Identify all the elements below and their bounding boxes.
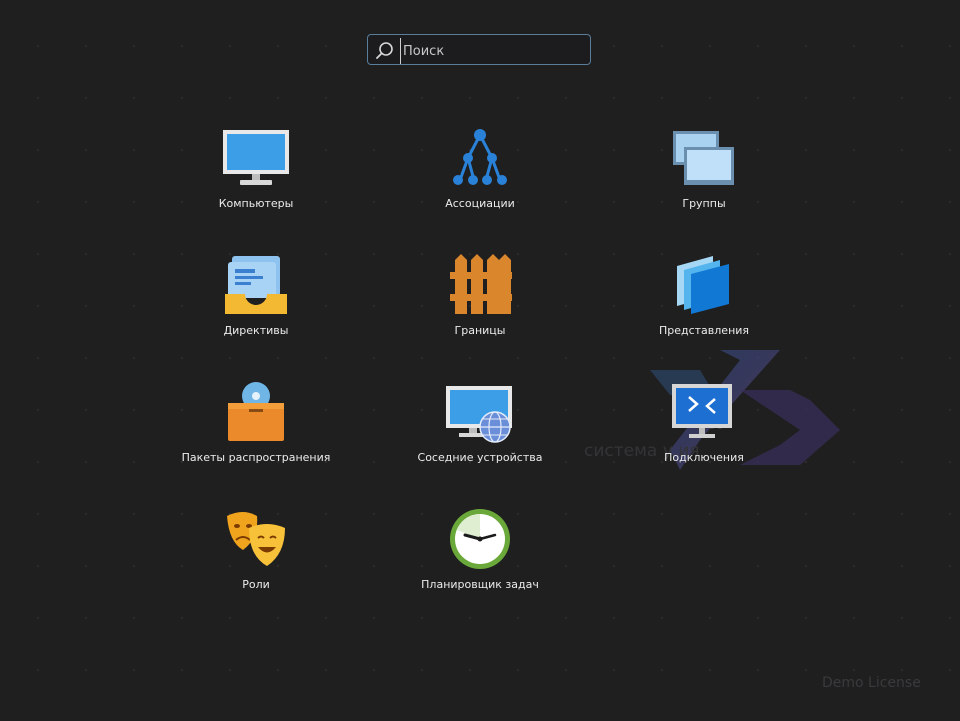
tile-neighbor-devices[interactable]: Соседние устройства	[370, 381, 590, 481]
tile-label: Границы	[454, 324, 506, 337]
tile-label: Группы	[682, 197, 726, 210]
tile-label: Представления	[658, 324, 750, 337]
clock-icon	[450, 509, 510, 569]
tile-label: Соседние устройства	[417, 451, 543, 464]
masks-icon	[227, 512, 285, 566]
tree-icon	[453, 129, 507, 185]
tile-label: Компьютеры	[218, 197, 294, 210]
tile-label: Ассоциации	[445, 197, 515, 210]
tile-connections[interactable]: Подключения	[594, 381, 814, 481]
tile-label: Планировщик задач	[421, 578, 539, 591]
tile-distribution-packages[interactable]: Пакеты распространения	[146, 381, 366, 481]
tile-label: Подключения	[664, 451, 744, 464]
search-icon	[376, 42, 393, 59]
tile-boundaries[interactable]: Границы	[370, 254, 590, 354]
tile-views[interactable]: Представления	[594, 254, 814, 354]
remote-connection-icon	[672, 384, 732, 438]
tile-label: Пакеты распространения	[181, 451, 331, 464]
tile-label: Директивы	[223, 324, 289, 337]
computer-icon	[223, 130, 289, 185]
tile-roles[interactable]: Роли	[146, 508, 366, 608]
license-label: Demo License	[822, 675, 921, 691]
fence-icon	[450, 254, 512, 314]
tile-directives[interactable]: Директивы	[146, 254, 366, 354]
tile-label: Роли	[242, 578, 270, 591]
network-devices-icon	[446, 386, 512, 443]
views-icon	[677, 256, 729, 314]
search-box[interactable]	[367, 34, 591, 65]
tile-task-scheduler[interactable]: Планировщик задач	[370, 508, 590, 608]
tile-groups[interactable]: Группы	[594, 127, 814, 227]
tile-associations[interactable]: Ассоциации	[370, 127, 590, 227]
package-icon	[228, 382, 284, 441]
directives-icon	[225, 256, 287, 314]
tile-computers[interactable]: Компьютеры	[146, 127, 366, 227]
search-input[interactable]	[400, 38, 585, 64]
groups-icon	[673, 131, 734, 185]
